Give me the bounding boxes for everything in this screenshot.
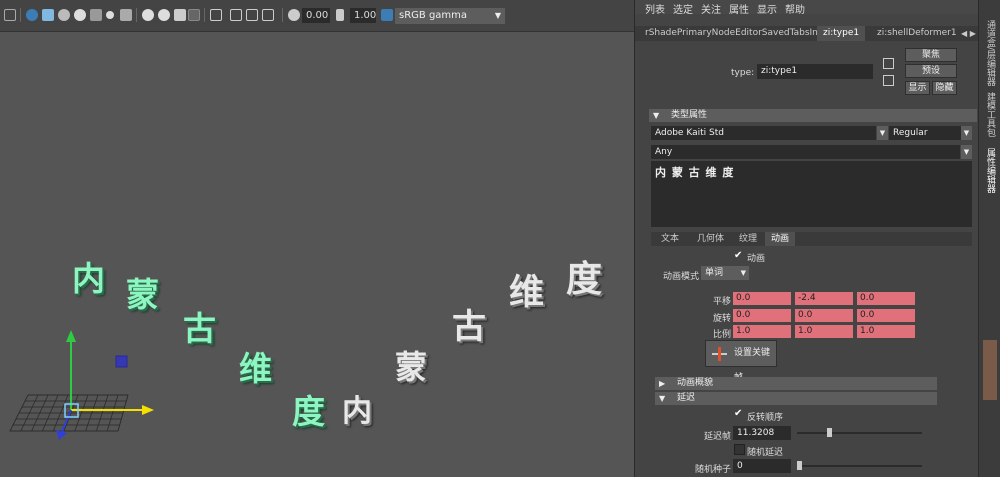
random-seed-slider[interactable] bbox=[797, 465, 922, 467]
text-char[interactable]: 度 bbox=[292, 385, 325, 433]
tab-type1[interactable]: zi:type1 bbox=[817, 26, 866, 41]
rotate-z-field[interactable]: 0.0 bbox=[857, 309, 915, 322]
animation-mode-label: 动画模式 bbox=[662, 272, 699, 282]
random-seed-slider-handle[interactable] bbox=[797, 461, 802, 470]
y-axis-arrow[interactable] bbox=[66, 330, 76, 342]
focus-button[interactable]: 聚焦 bbox=[905, 48, 957, 62]
subtab-bar: 文本 几何体 纹理 动画 bbox=[651, 232, 972, 246]
text-char[interactable]: 内 bbox=[342, 386, 372, 430]
side-tab-modeling-toolkit[interactable]: 建模工具包 bbox=[984, 92, 997, 137]
menu-item-attributes[interactable]: 属性 bbox=[729, 1, 749, 16]
animation-enable-label: 动画 bbox=[747, 254, 766, 264]
font-dropdown[interactable]: Adobe Kaiti Std bbox=[651, 126, 876, 140]
tab-animation[interactable]: 动画 bbox=[765, 232, 796, 246]
side-dock: 通道盒/层编辑器 建模工具包 属性编辑器 bbox=[978, 0, 1000, 477]
expand-arrow-icon: ▶ bbox=[659, 379, 666, 388]
writing-system-dropdown[interactable]: Any bbox=[651, 145, 960, 159]
collapse-arrow-icon: ▼ bbox=[659, 394, 666, 403]
text-char[interactable]: 古 bbox=[452, 299, 486, 348]
random-delay-label: 随机延迟 bbox=[747, 448, 784, 458]
type-name-field[interactable]: zi:type1 bbox=[757, 64, 873, 79]
rotate-x-field[interactable]: 0.0 bbox=[733, 309, 791, 322]
random-delay-checkbox[interactable] bbox=[734, 444, 745, 455]
thumbnail-strip bbox=[983, 340, 997, 400]
reverse-order-checkbox[interactable]: ✔ bbox=[734, 409, 744, 419]
animation-mode-dropdown[interactable]: 单词 ▼ bbox=[701, 266, 749, 280]
delay-frames-slider-handle[interactable] bbox=[827, 428, 832, 437]
chevron-down-icon[interactable]: ▼ bbox=[961, 126, 972, 140]
collapse-arrow-icon: ▼ bbox=[653, 111, 660, 120]
chevron-down-icon[interactable]: ▼ bbox=[961, 145, 972, 159]
z-axis-arrow[interactable] bbox=[56, 430, 67, 440]
scale-label: 比例 bbox=[712, 330, 731, 340]
input-connection-icon[interactable] bbox=[883, 58, 894, 69]
tab-text[interactable]: 文本 bbox=[655, 232, 685, 246]
random-seed-field[interactable]: 0 bbox=[733, 459, 791, 473]
node-tabs: rShadePrimaryNodeEditorSavedTabsInfo zi:… bbox=[635, 26, 979, 41]
hide-button[interactable]: 隐藏 bbox=[932, 81, 957, 95]
tab-saved-tabs-info[interactable]: rShadePrimaryNodeEditorSavedTabsInfo bbox=[639, 26, 833, 41]
scale-z-field[interactable]: 1.0 bbox=[857, 325, 915, 338]
delay-frames-field[interactable]: 11.3208 bbox=[733, 426, 791, 440]
random-seed-label: 随机种子 bbox=[694, 465, 731, 475]
menu-bar: 列表 选定 关注 属性 显示 帮助 bbox=[635, 0, 979, 16]
section-type-attributes[interactable]: ▼ 类型属性 bbox=[649, 109, 977, 122]
output-connection-icon[interactable] bbox=[883, 75, 894, 86]
text-char[interactable]: 度 bbox=[566, 250, 602, 302]
delay-frames-label: 延迟帧 bbox=[703, 432, 731, 442]
font-style-dropdown[interactable]: Regular bbox=[889, 126, 961, 140]
scale-y-field[interactable]: 1.0 bbox=[795, 325, 853, 338]
chevron-down-icon: ▼ bbox=[740, 269, 746, 277]
text-char[interactable]: 蒙 bbox=[126, 268, 159, 316]
plane-handle[interactable] bbox=[115, 355, 128, 368]
side-tab-channel-box[interactable]: 通道盒/层编辑器 bbox=[984, 20, 997, 86]
type-label: type: bbox=[731, 68, 755, 78]
text-char[interactable]: 维 bbox=[509, 264, 544, 315]
menu-item-list[interactable]: 列表 bbox=[645, 1, 665, 16]
chevron-down-icon[interactable]: ▼ bbox=[877, 126, 888, 140]
delay-frames-slider[interactable] bbox=[797, 432, 922, 434]
show-button[interactable]: 显示 bbox=[905, 81, 930, 95]
translate-y-field[interactable]: -2.4 bbox=[795, 292, 853, 305]
menu-item-help[interactable]: 帮助 bbox=[785, 1, 805, 16]
tab-shell-deformer[interactable]: zi:shellDeformer1 bbox=[871, 26, 963, 41]
rotate-label: 旋转 bbox=[712, 314, 731, 324]
scale-x-field[interactable]: 1.0 bbox=[733, 325, 791, 338]
translate-z-field[interactable]: 0.0 bbox=[857, 292, 915, 305]
menu-item-focus[interactable]: 关注 bbox=[701, 1, 721, 16]
animation-enable-checkbox[interactable]: ✔ bbox=[734, 251, 744, 261]
keyframe-icon bbox=[712, 347, 727, 361]
menu-item-select[interactable]: 选定 bbox=[673, 1, 693, 16]
text-char[interactable]: 内 bbox=[72, 252, 105, 300]
tab-texture[interactable]: 纹理 bbox=[733, 232, 763, 246]
3d-viewport[interactable]: 0.00 1.00 sRGB gamma ▼ 内 蒙 古 维 度 内 蒙 古 维… bbox=[0, 0, 634, 477]
text-char[interactable]: 维 bbox=[239, 342, 272, 390]
text-char[interactable]: 蒙 bbox=[395, 342, 427, 388]
side-tab-attribute-editor[interactable]: 属性编辑器 bbox=[984, 148, 997, 193]
reverse-order-label: 反转顺序 bbox=[747, 413, 784, 423]
translate-x-field[interactable]: 0.0 bbox=[733, 292, 791, 305]
menu-item-show[interactable]: 显示 bbox=[757, 1, 777, 16]
presets-button[interactable]: 预设 bbox=[905, 64, 957, 78]
tab-geometry[interactable]: 几何体 bbox=[691, 232, 730, 246]
section-animation-overview[interactable]: ▶ 动画概貌 bbox=[655, 377, 937, 390]
text-input-area[interactable]: 内 蒙 古 维 度 bbox=[651, 161, 972, 227]
rotate-y-field[interactable]: 0.0 bbox=[795, 309, 853, 322]
text-char[interactable]: 古 bbox=[183, 302, 216, 350]
x-axis-arrow[interactable] bbox=[142, 405, 154, 415]
attribute-editor: 列表 选定 关注 属性 显示 帮助 rShadePrimaryNodeEdito… bbox=[634, 0, 979, 477]
set-keyframe-button[interactable]: 设置关键帧 bbox=[705, 340, 777, 383]
translate-label: 平移 bbox=[712, 297, 731, 307]
section-delay[interactable]: ▼ 延迟 bbox=[655, 392, 937, 405]
